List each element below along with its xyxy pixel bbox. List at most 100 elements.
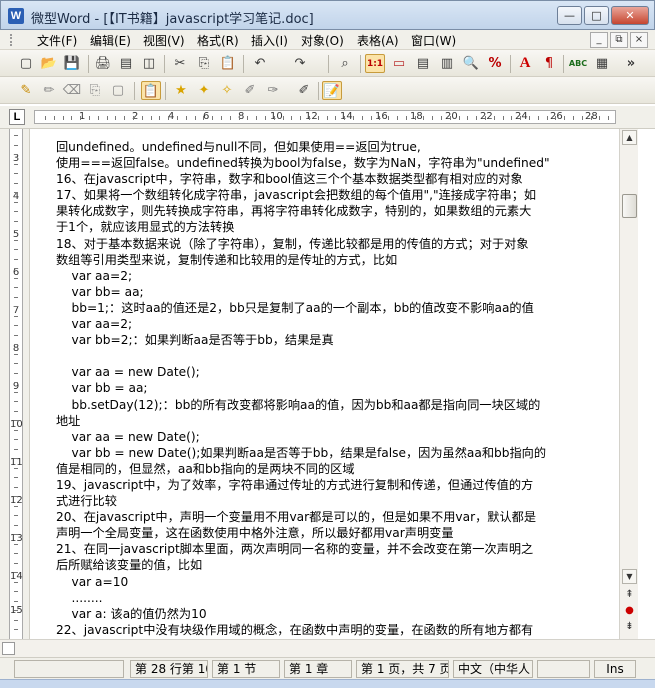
zoom-icon[interactable]: 🔍: [461, 54, 481, 73]
document-line[interactable]: 果转化成数字，则先转换成字符串，再将字符串转化成数字，特别的，如果数组的元素大: [56, 203, 612, 219]
next-page-icon[interactable]: ⇟: [622, 619, 637, 634]
pdf-export-icon[interactable]: ▤: [116, 54, 136, 73]
document-line[interactable]: 20、在javascript中，声明一个变量用不用var都是可以的，但是如果不用…: [56, 509, 612, 525]
document-line[interactable]: 19、javascript中，为了效率，字符串通过传址的方式进行复制和传递，但通…: [56, 477, 612, 493]
browse-object-icon[interactable]: ●: [622, 603, 637, 618]
menu-edit[interactable]: 编辑(E): [90, 32, 131, 49]
clipboard-icon[interactable]: 📋: [141, 81, 161, 100]
find-icon[interactable]: ⌕: [335, 54, 355, 73]
close-button[interactable]: ✕: [611, 6, 649, 25]
document-line[interactable]: 后所赋给该变量的值，比如: [56, 557, 612, 573]
document-line[interactable]: bb.setDay(12);：bb的所有改变都将影响aa的值，因为bb和aa都是…: [56, 397, 612, 413]
copy-icon[interactable]: ⎘: [194, 54, 214, 73]
print-icon[interactable]: 🖨: [93, 54, 113, 73]
statistics-icon[interactable]: ▦: [592, 54, 612, 73]
document-line[interactable]: 22、javascript中没有块级作用域的概念，在函数中声明的变量，在函数的所…: [56, 622, 612, 638]
document-line[interactable]: var a=10: [56, 574, 612, 590]
copy-object-icon[interactable]: ⎘: [85, 81, 105, 100]
vertical-ruler[interactable]: 3 4 5 6 7 8 9 10 11 12 13 14 15: [0, 129, 30, 639]
document-text[interactable]: 回undefined。undefined与null不同，但如果使用==返回为tr…: [56, 139, 612, 638]
document-line[interactable]: 数组等引用类型来说，复制传递和比较用的是传址的方式，比如: [56, 252, 612, 268]
document-line[interactable]: 回undefined。undefined与null不同，但如果使用==返回为tr…: [56, 139, 612, 155]
status-insert-mode[interactable]: Ins: [594, 660, 636, 678]
star-forward-icon[interactable]: ✦: [194, 81, 214, 100]
document-line[interactable]: bb=1;：这时aa的值还是2，bb只是复制了aa的一个副本，bb的值改变不影响…: [56, 300, 612, 316]
mdi-minimize-button[interactable]: _: [590, 32, 608, 48]
pencil-icon[interactable]: ✏: [39, 81, 59, 100]
document-line[interactable]: var bb= aa;: [56, 284, 612, 300]
outline-icon[interactable]: ▤: [413, 54, 433, 73]
save-icon[interactable]: 💾: [62, 54, 82, 73]
ruler-strip[interactable]: 1 2 4 6 8 10 12 14 16 18 20 22 24 26 28: [34, 110, 616, 124]
document-line[interactable]: var aa=2;: [56, 316, 612, 332]
menu-object[interactable]: 对象(O): [301, 32, 344, 49]
print-preview-icon[interactable]: ◫: [139, 54, 159, 73]
horizontal-ruler[interactable]: L 1 2 4 6 8 10 12 14 16 18 20 22 24 26 2…: [0, 106, 655, 129]
scroll-down-button[interactable]: ▼: [622, 569, 637, 584]
status-page: 第 1 页，共 7 页: [356, 660, 449, 678]
cut-icon[interactable]: ✂: [170, 54, 190, 73]
document-line[interactable]: 地址: [56, 413, 612, 429]
horizontal-scrollbar[interactable]: [0, 639, 655, 657]
document-line[interactable]: var bb = new Date();如果判断aa是否等于bb，结果是fals…: [56, 445, 612, 461]
tab-stop-selector[interactable]: L: [9, 109, 25, 125]
paste-object-icon[interactable]: ▢: [108, 81, 128, 100]
menu-table[interactable]: 表格(A): [357, 32, 399, 49]
document-line[interactable]: 声明一个全局变量，这在函数使用中格外注意，所以最好都用var声明变量: [56, 525, 612, 541]
scroll-up-button[interactable]: ▲: [622, 130, 637, 145]
menu-format[interactable]: 格式(R): [197, 32, 239, 49]
font-icon[interactable]: A: [515, 54, 535, 73]
document-page[interactable]: 回undefined。undefined与null不同，但如果使用==返回为tr…: [30, 129, 619, 639]
document-line[interactable]: var aa=2;: [56, 268, 612, 284]
document-line[interactable]: var a: 该a的值仍然为10: [56, 606, 612, 622]
star-icon[interactable]: ★: [171, 81, 191, 100]
document-line[interactable]: 16、在javascript中，字符串，数字和bool值这三个个基本数据类型都有…: [56, 171, 612, 187]
menu-file[interactable]: 文件(F): [37, 32, 77, 49]
document-line[interactable]: var aa = new Date();: [56, 364, 612, 380]
document-line[interactable]: 18、对于基本数据来说（除了字符串），复制，传递比较都是用的传值的方式；对于对象: [56, 236, 612, 252]
paste-icon[interactable]: 📋: [218, 54, 238, 73]
scroll-thumb[interactable]: [622, 194, 637, 218]
menu-view[interactable]: 视图(V): [143, 32, 185, 49]
table-icon[interactable]: ▭: [389, 54, 409, 73]
title-bar[interactable]: W 微型Word - [【IT书籍】javascript学习笔记.doc] — …: [0, 0, 655, 30]
menu-insert[interactable]: 插入(I): [251, 32, 288, 49]
menu-window[interactable]: 窗口(W): [411, 32, 456, 49]
bookmark-next-icon[interactable]: ✑: [263, 81, 283, 100]
document-line[interactable]: var bb=2;：如果判断aa是否等于bb，结果是真: [56, 332, 612, 348]
paragraph-icon[interactable]: ¶: [539, 54, 559, 73]
document-line[interactable]: 17、如果将一个数组转化成字符串，javascript会把数组的每个值用","连…: [56, 187, 612, 203]
open-folder-icon[interactable]: 📂: [39, 54, 59, 73]
redo-icon[interactable]: ↷: [290, 54, 310, 73]
vertical-scrollbar[interactable]: ▲ ▼ ⇞ ● ⇟: [619, 129, 638, 639]
clear-bookmarks-icon[interactable]: ✐: [294, 81, 314, 100]
maximize-button[interactable]: □: [584, 6, 609, 25]
document-line[interactable]: 式进行比较: [56, 493, 612, 509]
document-line[interactable]: var bb = aa;: [56, 380, 612, 396]
previous-page-icon[interactable]: ⇞: [622, 587, 637, 602]
document-line[interactable]: 21、在同一javascript脚本里面，两次声明同一名称的变量，并不会改变在第…: [56, 541, 612, 557]
normal-view-button[interactable]: [2, 642, 15, 655]
document-line[interactable]: ........: [56, 590, 612, 606]
more-icon[interactable]: »: [621, 54, 641, 73]
document-line[interactable]: var aa = new Date();: [56, 429, 612, 445]
eraser-icon[interactable]: ⌫: [62, 81, 82, 100]
column-icon[interactable]: ▥: [437, 54, 457, 73]
bookmark-icon[interactable]: ✐: [240, 81, 260, 100]
document-line[interactable]: 于1个，就应该用显式的方法转换: [56, 219, 612, 235]
minimize-button[interactable]: —: [557, 6, 582, 25]
star-back-icon[interactable]: ✧: [217, 81, 237, 100]
document-line[interactable]: 使用===返回false。undefined转换为bool为false，数字为N…: [56, 155, 612, 171]
document-line[interactable]: [56, 348, 612, 364]
document-line[interactable]: 值是相同的，但显然，aa和bb指向的是两块不同的区域: [56, 461, 612, 477]
spell-check-icon[interactable]: ABC: [568, 54, 588, 73]
page-view-icon[interactable]: 1:1: [365, 54, 385, 73]
word-app-icon[interactable]: W: [8, 8, 24, 24]
mdi-restore-button[interactable]: ⧉: [610, 32, 628, 48]
notes-icon[interactable]: 📝: [322, 81, 342, 100]
percent-zoom-icon[interactable]: %: [485, 54, 505, 73]
new-document-icon[interactable]: ▢: [16, 54, 36, 73]
undo-icon[interactable]: ↶: [250, 54, 270, 73]
mdi-close-button[interactable]: ×: [630, 32, 648, 48]
edit-icon[interactable]: ✎: [16, 81, 36, 100]
